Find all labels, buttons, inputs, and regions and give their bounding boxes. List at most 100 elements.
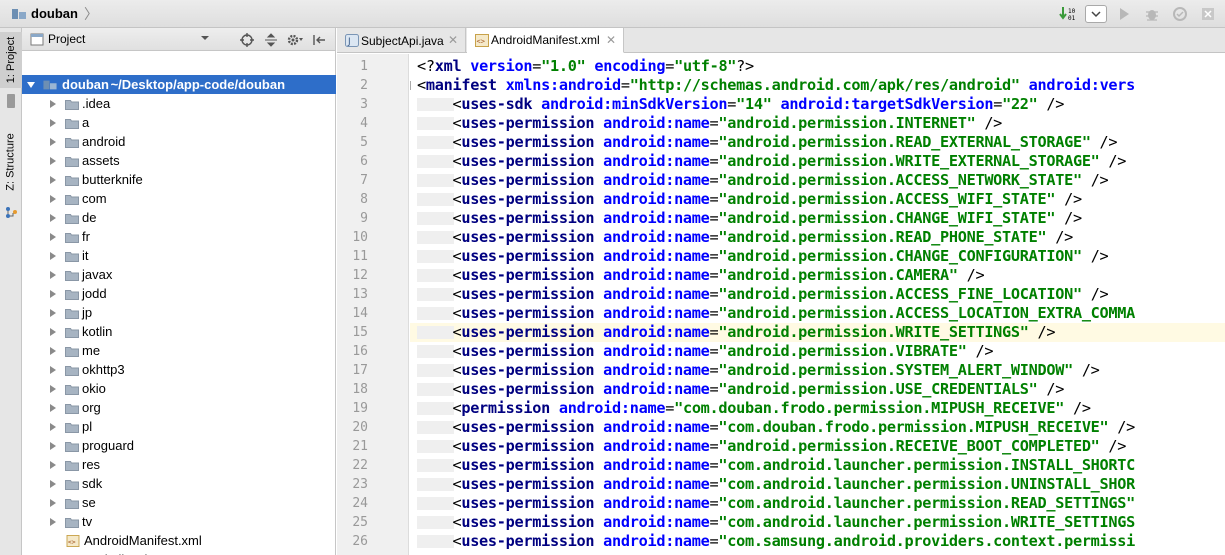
tree-item[interactable]: tv: [22, 512, 336, 531]
chevron-right-icon[interactable]: [48, 479, 58, 489]
tree-item[interactable]: fr: [22, 227, 336, 246]
tree-item[interactable]: se: [22, 493, 336, 512]
tree-item[interactable]: okhttp3: [22, 360, 336, 379]
tree-item[interactable]: assets: [22, 151, 336, 170]
code-line[interactable]: <uses-sdk android:minSdkVersion="14" and…: [410, 95, 1225, 114]
code-line[interactable]: <uses-permission android:name="android.p…: [410, 228, 1225, 247]
breadcrumb[interactable]: douban 〉: [0, 4, 98, 24]
chevron-right-icon[interactable]: [48, 99, 58, 109]
tree-item[interactable]: .idea: [22, 94, 336, 113]
code-line[interactable]: <?xml version="1.0" encoding="utf-8"?>: [410, 57, 1225, 76]
tree-item[interactable]: a: [22, 113, 336, 132]
stop-button[interactable]: [1197, 3, 1219, 25]
code-line[interactable]: <uses-permission android:name="com.andro…: [410, 475, 1225, 494]
code-line[interactable]: <uses-permission android:name="android.p…: [410, 304, 1225, 323]
run-button[interactable]: [1113, 3, 1135, 25]
code-editor[interactable]: <?xml version="1.0" encoding="utf-8"?> <m…: [410, 54, 1225, 555]
project-tool-tab[interactable]: 1: Project: [0, 32, 22, 88]
chevron-down-icon[interactable]: [200, 33, 210, 43]
code-line[interactable]: <uses-permission android:name="com.samsu…: [410, 532, 1225, 551]
code-line[interactable]: <uses-permission android:name="android.p…: [410, 342, 1225, 361]
chevron-down-icon[interactable]: [26, 80, 36, 90]
chevron-right-icon[interactable]: [48, 251, 58, 261]
tree-item[interactable]: res: [22, 455, 336, 474]
tree-item[interactable]: okio: [22, 379, 336, 398]
tree-item[interactable]: android: [22, 132, 336, 151]
tree-item[interactable]: jodd: [22, 284, 336, 303]
close-icon[interactable]: ✕: [448, 33, 458, 47]
structure-tool-tab[interactable]: Z: Structure: [0, 122, 22, 202]
code-line[interactable]: <uses-permission android:name="android.p…: [410, 247, 1225, 266]
code-line[interactable]: <uses-permission android:name="android.p…: [410, 209, 1225, 228]
tab-androidmanifest-xml[interactable]: <> AndroidManifest.xml ✕: [467, 28, 624, 53]
code-line[interactable]: <uses-permission android:name="android.p…: [410, 266, 1225, 285]
code-line[interactable]: <uses-permission android:name="com.douba…: [410, 418, 1225, 437]
chevron-right-icon[interactable]: [48, 498, 58, 508]
code-line[interactable]: <uses-permission android:name="android.p…: [410, 285, 1225, 304]
tree-item[interactable]: de: [22, 208, 336, 227]
code-line[interactable]: <uses-permission android:name="android.p…: [410, 361, 1225, 380]
chevron-right-icon[interactable]: [48, 327, 58, 337]
code-line[interactable]: <uses-permission android:name="com.andro…: [410, 494, 1225, 513]
tree-item[interactable]: douban ~/Desktop/app-code/douban: [22, 75, 336, 94]
code-line[interactable]: <manifest xmlns:android="http://schemas.…: [410, 76, 1225, 95]
code-line[interactable]: <uses-permission android:name="android.p…: [410, 171, 1225, 190]
chevron-right-icon[interactable]: [48, 213, 58, 223]
tree-item[interactable]: proguard: [22, 436, 336, 455]
tree-item[interactable]: org: [22, 398, 336, 417]
gear-icon[interactable]: [285, 31, 305, 48]
tree-item[interactable]: kotlin: [22, 322, 336, 341]
code-line[interactable]: <uses-permission android:name="android.p…: [410, 437, 1225, 456]
chevron-right-icon[interactable]: [48, 156, 58, 166]
tree-item[interactable]: me: [22, 341, 336, 360]
tab-subjectapi-java[interactable]: J SubjectApi.java ✕: [337, 28, 466, 53]
code-line[interactable]: <uses-permission android:name="android.p…: [410, 323, 1225, 342]
code-line[interactable]: <uses-permission android:name="android.p…: [410, 114, 1225, 133]
code-line[interactable]: <uses-permission android:name="android.p…: [410, 380, 1225, 399]
locate-icon[interactable]: [237, 31, 257, 48]
tree-item[interactable]: jp: [22, 303, 336, 322]
debug-button[interactable]: [1141, 3, 1163, 25]
tree-item[interactable]: sdk: [22, 474, 336, 493]
code-line[interactable]: <permission android:name="com.douban.fro…: [410, 399, 1225, 418]
tree-item[interactable]: com: [22, 189, 336, 208]
chevron-right-icon[interactable]: [48, 403, 58, 413]
chevron-right-icon[interactable]: [48, 384, 58, 394]
chevron-right-icon[interactable]: [48, 270, 58, 280]
code-line[interactable]: <uses-permission android:name="android.p…: [410, 152, 1225, 171]
chevron-right-icon[interactable]: [48, 460, 58, 470]
chevron-right-icon[interactable]: [48, 289, 58, 299]
tree-item[interactable]: javax: [22, 265, 336, 284]
chevron-right-icon[interactable]: [48, 308, 58, 318]
build-icon[interactable]: 10 01: [1057, 3, 1079, 25]
tree-item[interactable]: butterknife: [22, 170, 336, 189]
tree-item[interactable]: <> AndroidManifest.xml: [22, 531, 336, 550]
chevron-right-icon[interactable]: [48, 175, 58, 185]
chevron-right-icon[interactable]: [48, 232, 58, 242]
project-view-selector[interactable]: Project: [48, 32, 85, 46]
chevron-right-icon[interactable]: [48, 422, 58, 432]
code-line[interactable]: <uses-permission android:name="com.andro…: [410, 456, 1225, 475]
tree-item-label: proguard: [82, 438, 135, 453]
chevron-right-icon[interactable]: [48, 346, 58, 356]
breadcrumb-project[interactable]: douban: [31, 6, 78, 21]
tree-item[interactable]: it: [22, 246, 336, 265]
fold-icon[interactable]: [410, 81, 411, 90]
hide-panel-icon[interactable]: [309, 31, 329, 48]
coverage-button[interactable]: [1169, 3, 1191, 25]
close-icon[interactable]: ✕: [606, 33, 616, 47]
chevron-right-icon[interactable]: [48, 118, 58, 128]
chevron-right-icon[interactable]: [48, 441, 58, 451]
run-config-dropdown[interactable]: [1085, 5, 1107, 23]
code-token: android:name: [603, 380, 710, 398]
tree-item[interactable]: External Libraries: [22, 550, 336, 555]
chevron-right-icon[interactable]: [48, 137, 58, 147]
chevron-right-icon[interactable]: [48, 517, 58, 527]
chevron-right-icon[interactable]: [48, 194, 58, 204]
collapse-all-icon[interactable]: [261, 31, 281, 48]
chevron-right-icon[interactable]: [48, 365, 58, 375]
code-line[interactable]: <uses-permission android:name="android.p…: [410, 190, 1225, 209]
tree-item[interactable]: pl: [22, 417, 336, 436]
code-line[interactable]: <uses-permission android:name="com.andro…: [410, 513, 1225, 532]
code-line[interactable]: <uses-permission android:name="android.p…: [410, 133, 1225, 152]
